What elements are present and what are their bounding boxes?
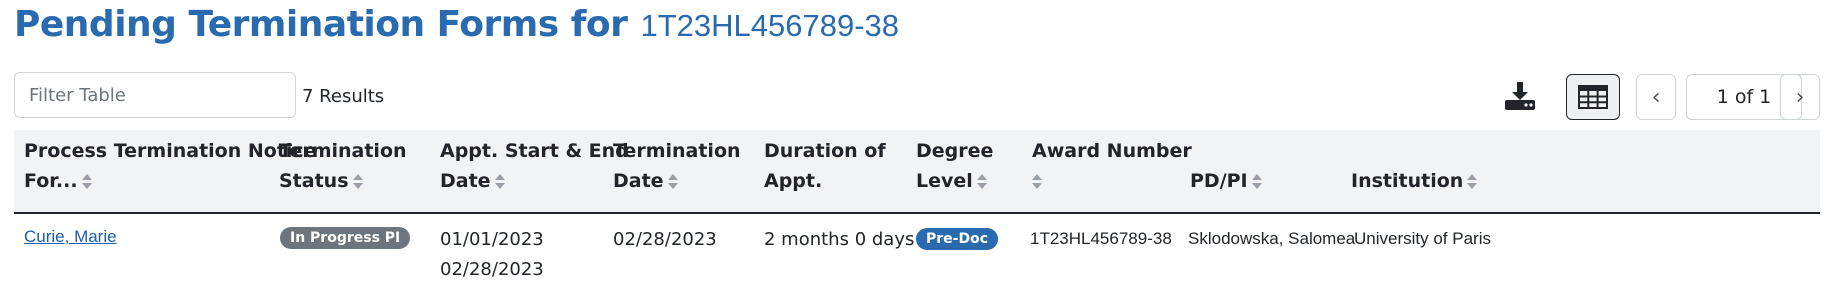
- chevron-right-icon: ›: [1795, 84, 1805, 110]
- column-header-label: Termination: [613, 140, 741, 162]
- column-header-label: Degree: [916, 140, 994, 162]
- results-count: 7 Results: [302, 86, 385, 107]
- cell-status: In Progress PI: [280, 226, 411, 249]
- column-header-process-termination[interactable]: Process Termination Notice For...: [24, 136, 317, 196]
- column-header-label: Level: [916, 170, 973, 192]
- cell-degree: Pre-Doc: [916, 227, 999, 250]
- cell-duration: 2 months 0 days: [764, 229, 915, 250]
- cell-institution: University of Paris: [1354, 229, 1491, 248]
- table-view-button[interactable]: [1566, 74, 1620, 120]
- column-header-termination-status[interactable]: Termination Status: [279, 136, 407, 196]
- page-title-award-number: 1T23HL456789-38: [640, 8, 900, 43]
- column-header-appt-dates[interactable]: Appt. Start & End Date: [440, 136, 629, 196]
- column-header-label: Date: [440, 170, 491, 192]
- column-header-label: PD/PI: [1190, 170, 1248, 192]
- next-page-button[interactable]: ›: [1780, 74, 1820, 120]
- filter-table-input[interactable]: [14, 72, 296, 118]
- appt-start-date: 01/01/2023: [440, 229, 544, 250]
- appt-end-date: 02/28/2023: [440, 259, 544, 280]
- column-header-pdpi[interactable]: PD/PI: [1190, 166, 1262, 196]
- page-title-text: Pending Termination Forms for: [14, 4, 628, 45]
- column-header-label: Appt. Start & End: [440, 140, 629, 162]
- table-grid-icon: [1578, 85, 1608, 109]
- trainee-name-link[interactable]: Curie, Marie: [24, 227, 117, 246]
- column-header-award-number[interactable]: Award Number: [1032, 136, 1192, 196]
- sort-icon: [1467, 173, 1478, 190]
- column-header-institution[interactable]: Institution: [1351, 166, 1478, 196]
- column-header-label: Appt.: [764, 170, 823, 192]
- sort-icon: [352, 173, 363, 190]
- column-header-duration[interactable]: Duration of Appt.: [764, 136, 886, 196]
- status-badge: In Progress PI: [280, 227, 411, 249]
- column-header-label: Duration of: [764, 140, 886, 162]
- sort-icon: [81, 173, 92, 190]
- column-header-label: For...: [24, 170, 78, 192]
- chevron-left-icon: ‹: [1651, 84, 1661, 110]
- sort-icon: [667, 173, 678, 190]
- column-header-label: Award Number: [1032, 140, 1192, 162]
- column-header-label: Status: [279, 170, 349, 192]
- sort-icon: [1251, 173, 1262, 190]
- column-header-label: Process Termination Notice: [24, 140, 317, 162]
- cell-name: Curie, Marie: [24, 226, 117, 247]
- cell-appt-dates: 01/01/2023 02/28/2023: [440, 225, 544, 285]
- cell-termination-date: 02/28/2023: [613, 229, 717, 250]
- sort-icon: [976, 173, 987, 190]
- table-header: Process Termination Notice For... Termin…: [14, 130, 1820, 214]
- cell-award-number: 1T23HL456789-38: [1030, 229, 1172, 248]
- sort-icon: [1032, 173, 1042, 190]
- page-title: Pending Termination Forms for 1T23HL4567…: [14, 4, 899, 45]
- column-header-label: Institution: [1351, 170, 1464, 192]
- download-icon: [1505, 82, 1535, 110]
- degree-badge: Pre-Doc: [916, 228, 999, 250]
- previous-page-button[interactable]: ‹: [1636, 74, 1676, 120]
- cell-pdpi: Sklodowska, Salomea: [1188, 229, 1356, 248]
- column-header-label: Date: [613, 170, 664, 192]
- column-header-label: Termination: [279, 140, 407, 162]
- download-button[interactable]: [1498, 74, 1542, 118]
- sort-icon: [494, 173, 505, 190]
- column-header-termination-date[interactable]: Termination Date: [613, 136, 741, 196]
- column-header-degree-level[interactable]: Degree Level: [916, 136, 993, 196]
